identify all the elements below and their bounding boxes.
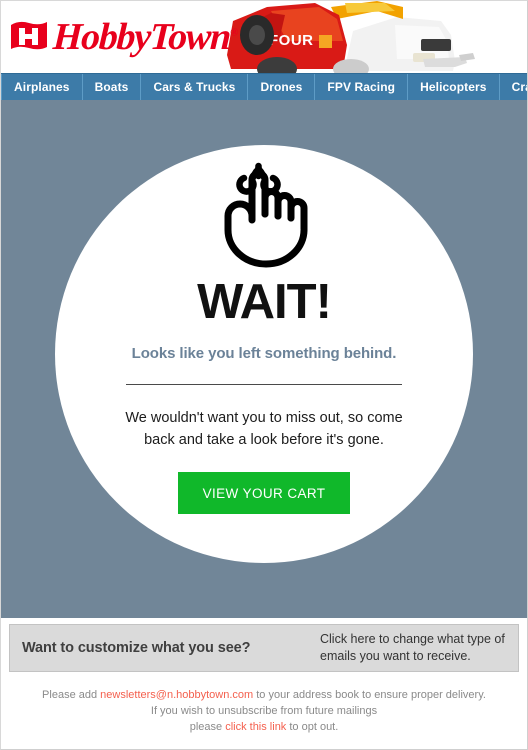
footer-unsubscribe-line2: please click this link to opt out. bbox=[11, 720, 517, 736]
nav-item-fpv-racing[interactable]: FPV Racing bbox=[315, 74, 409, 100]
category-navigation-bar: Airplanes Boats Cars & Trucks Drones FPV… bbox=[1, 73, 527, 100]
customize-band-description[interactable]: Click here to change what type of emails… bbox=[320, 631, 506, 665]
rc-trucks-photo-svg: FOUR bbox=[227, 1, 527, 73]
logo-registered-mark: ® bbox=[229, 26, 239, 39]
nav-item-airplanes[interactable]: Airplanes bbox=[1, 74, 83, 100]
footer-text-after-email: to your address book to ensure proper de… bbox=[253, 689, 486, 701]
hero-body-text: We wouldn't want you to miss out, so com… bbox=[125, 410, 403, 449]
nav-item-helicopters[interactable]: Helicopters bbox=[408, 74, 500, 100]
opt-out-link[interactable]: click this link bbox=[225, 721, 286, 733]
hero-divider bbox=[126, 384, 402, 385]
finger-with-string-bow-icon bbox=[224, 162, 308, 268]
nav-item-boats[interactable]: Boats bbox=[83, 74, 142, 100]
customize-preferences-band[interactable]: Want to customize what you see? Click he… bbox=[9, 624, 519, 672]
logo-word-text: HobbyTown bbox=[51, 16, 232, 58]
nav-item-cars-trucks[interactable]: Cars & Trucks bbox=[141, 74, 249, 100]
nav-item-crawlers[interactable]: Crawlers bbox=[500, 74, 527, 100]
email-header: FOUR HobbyTown® bbox=[1, 1, 527, 73]
hobbytown-logo[interactable]: HobbyTown® bbox=[9, 15, 239, 59]
hobbytown-flag-badge-icon bbox=[11, 21, 47, 50]
footer-text-after-optout: to opt out. bbox=[286, 720, 339, 733]
view-your-cart-button[interactable]: VIEW YOUR CART bbox=[178, 472, 350, 515]
rc-trucks-banner-image: FOUR bbox=[227, 1, 527, 73]
footer-address-book-line: Please add newsletters@n.hobbytown.com t… bbox=[11, 688, 517, 704]
email-footer: Please add newsletters@n.hobbytown.com t… bbox=[1, 672, 527, 749]
footer-text-before-optout: please bbox=[189, 720, 226, 733]
footer-text-before-email: Please add bbox=[42, 689, 101, 701]
hero-content: WAIT! Looks like you left something behi… bbox=[1, 100, 527, 618]
email-body: FOUR HobbyTown® Airplanes Boats Cars & T… bbox=[0, 0, 528, 750]
hero-title: WAIT! bbox=[197, 275, 332, 329]
footer-unsubscribe-line1: If you wish to unsubscribe from future m… bbox=[150, 704, 378, 717]
hero-subtitle: Looks like you left something behind. bbox=[131, 345, 397, 362]
nav-item-drones[interactable]: Drones bbox=[248, 74, 316, 100]
customize-band-wrapper: Want to customize what you see? Click he… bbox=[1, 618, 527, 672]
customize-band-heading: Want to customize what you see? bbox=[22, 640, 251, 656]
hobbytown-wordmark: HobbyTown® bbox=[51, 16, 239, 58]
banner-decal-four: FOUR bbox=[269, 32, 314, 49]
hero-section: WAIT! Looks like you left something behi… bbox=[1, 100, 527, 618]
newsletter-email-link[interactable]: newsletters@n.hobbytown.com bbox=[100, 689, 253, 701]
